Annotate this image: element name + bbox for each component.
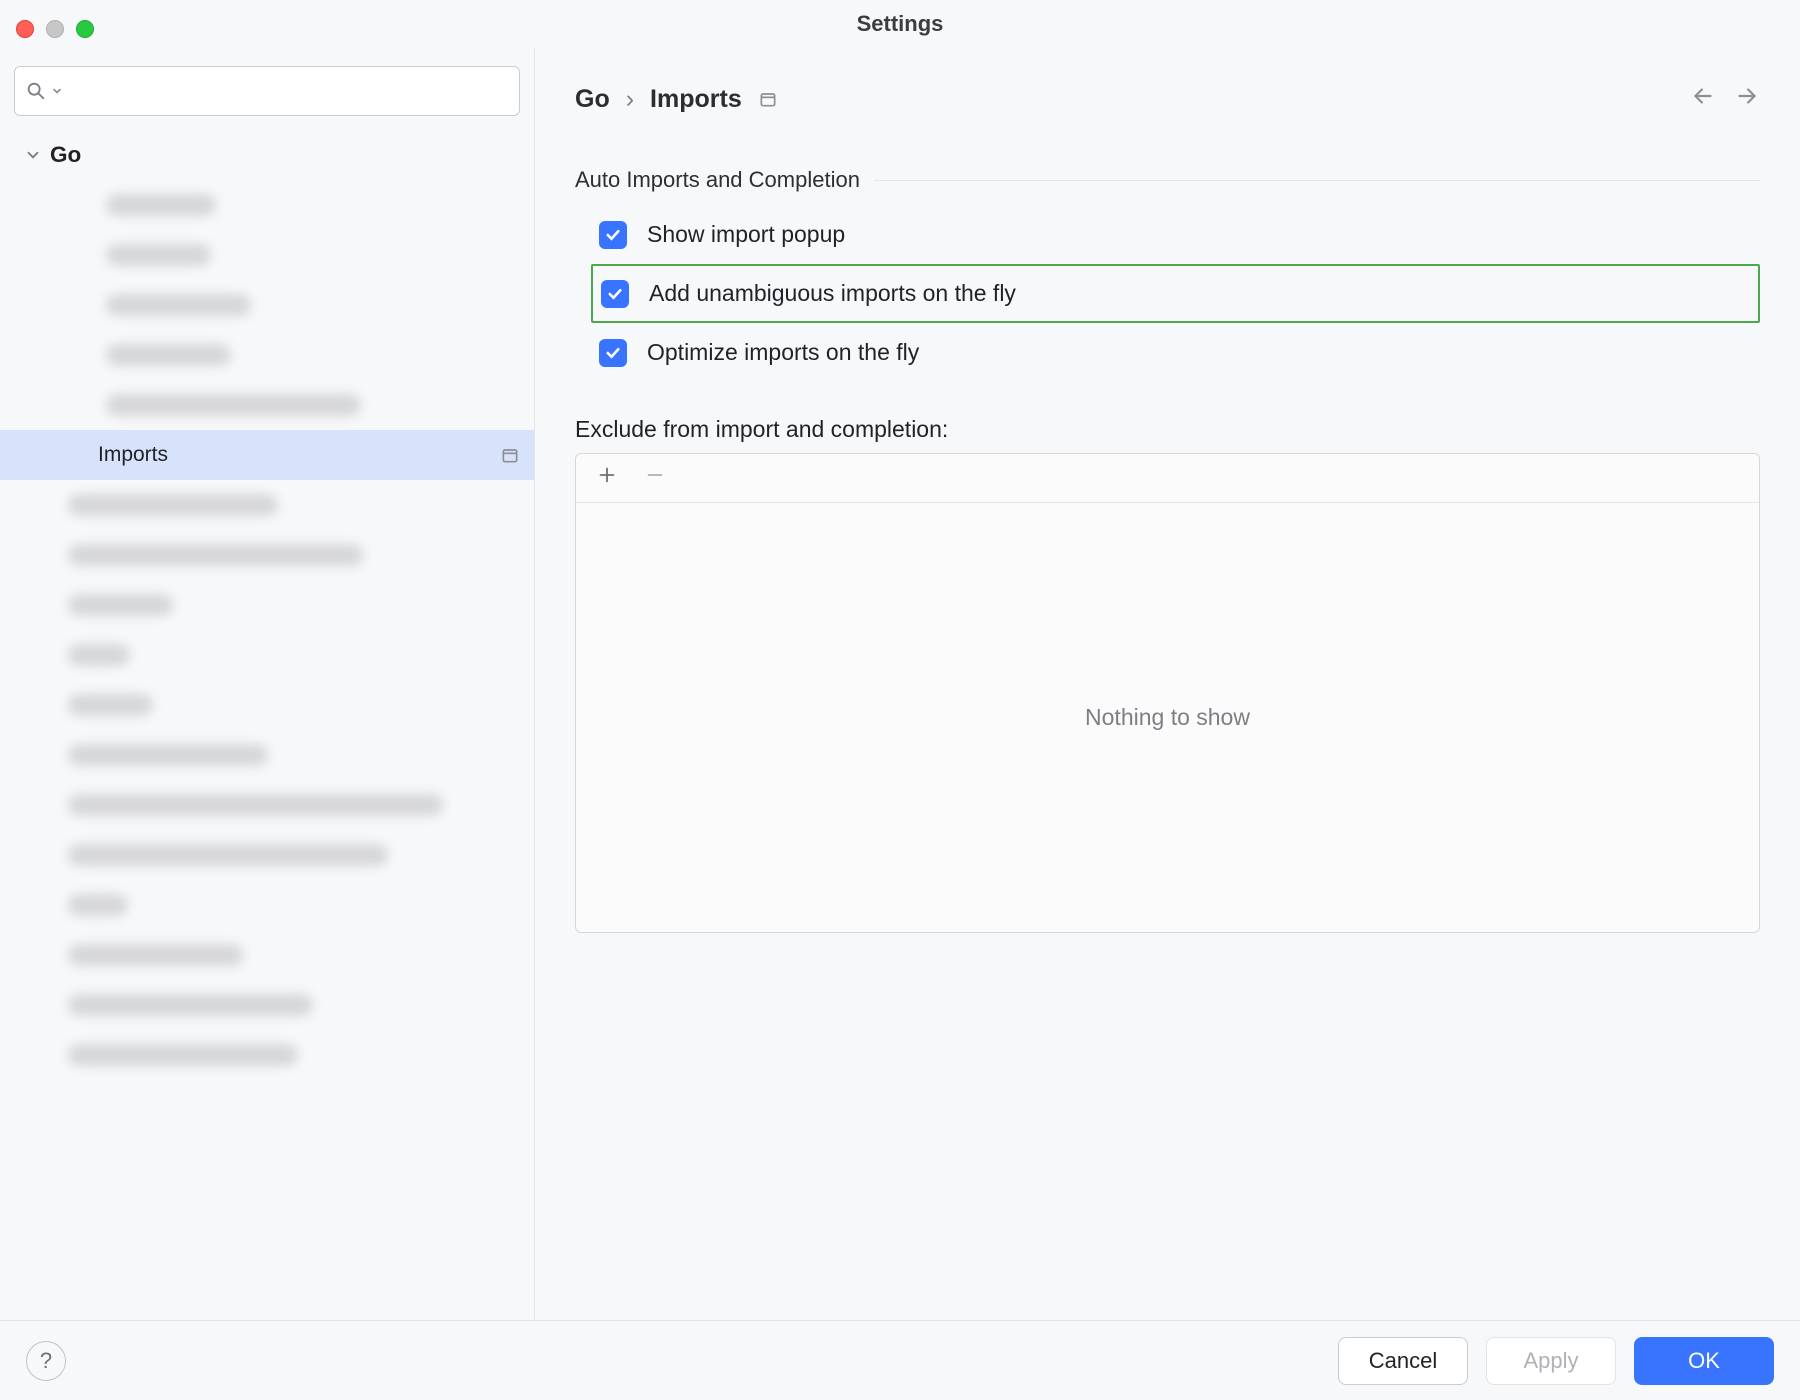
exclude-empty-state: Nothing to show — [576, 503, 1759, 932]
checkbox-list: Show import popup Add unambiguous import… — [575, 205, 1760, 382]
ok-button[interactable]: OK — [1634, 1337, 1774, 1385]
content-panel: Go › Imports Auto Imports and Completion — [535, 48, 1800, 1320]
window-controls — [16, 20, 94, 38]
nav-arrows — [1690, 83, 1760, 115]
breadcrumb: Go › Imports — [575, 85, 778, 114]
checkbox-optimize-imports[interactable]: Optimize imports on the fly — [591, 323, 1760, 382]
content-header: Go › Imports — [575, 83, 1760, 115]
tree-item-label: Imports — [98, 443, 168, 467]
tree-item-label: Go — [50, 142, 81, 168]
button-label: OK — [1688, 1348, 1720, 1374]
tree-item-imports[interactable]: Imports — [0, 430, 534, 480]
maximize-window-button[interactable] — [76, 20, 94, 38]
exclude-listbox: Nothing to show — [575, 453, 1760, 933]
redacted-list — [0, 180, 534, 430]
help-button[interactable]: ? — [26, 1341, 66, 1381]
exclude-toolbar — [576, 454, 1759, 503]
settings-tree-sidebar: Go Imports — [0, 48, 535, 1320]
breadcrumb-separator: › — [626, 85, 634, 114]
button-label: Apply — [1523, 1348, 1578, 1374]
apply-button[interactable]: Apply — [1486, 1337, 1616, 1385]
breadcrumb-current: Imports — [650, 85, 742, 114]
search-wrap — [0, 66, 534, 130]
redacted-list — [0, 480, 534, 1080]
tree-item-go[interactable]: Go — [0, 130, 534, 180]
checkbox-icon — [599, 339, 627, 367]
forward-button[interactable] — [1734, 83, 1760, 115]
checkbox-show-import-popup[interactable]: Show import popup — [591, 205, 1760, 264]
titlebar: Settings — [0, 0, 1800, 48]
checkbox-label: Show import popup — [647, 221, 845, 248]
section-title-text: Auto Imports and Completion — [575, 167, 860, 193]
window-title: Settings — [857, 11, 944, 37]
search-field[interactable] — [67, 79, 509, 103]
main-area: Go Imports — [0, 48, 1800, 1320]
checkbox-icon — [601, 280, 629, 308]
close-window-button[interactable] — [16, 20, 34, 38]
breadcrumb-parent[interactable]: Go — [575, 85, 610, 114]
tree-children: Imports — [0, 180, 534, 480]
checkbox-label: Add unambiguous imports on the fly — [649, 280, 1016, 307]
add-button[interactable] — [596, 464, 618, 492]
exclude-label: Exclude from import and completion: — [575, 416, 1760, 443]
checkbox-icon — [599, 221, 627, 249]
help-icon: ? — [40, 1348, 52, 1374]
search-icon — [25, 80, 47, 102]
remove-button[interactable] — [644, 464, 666, 492]
cancel-button[interactable]: Cancel — [1338, 1337, 1468, 1385]
chevron-down-icon — [51, 85, 63, 97]
button-label: Cancel — [1369, 1348, 1437, 1374]
section-title: Auto Imports and Completion — [575, 167, 1760, 193]
minimize-window-button[interactable] — [46, 20, 64, 38]
checkbox-add-unambiguous-imports[interactable]: Add unambiguous imports on the fly — [591, 264, 1760, 323]
empty-state-text: Nothing to show — [1085, 704, 1250, 731]
search-input[interactable] — [14, 66, 520, 116]
divider — [874, 180, 1760, 181]
project-settings-icon — [758, 89, 778, 109]
chevron-down-icon — [24, 146, 42, 164]
project-settings-icon — [500, 445, 520, 465]
back-button[interactable] — [1690, 83, 1716, 115]
checkbox-label: Optimize imports on the fly — [647, 339, 919, 366]
bottom-bar: ? Cancel Apply OK — [0, 1320, 1800, 1400]
